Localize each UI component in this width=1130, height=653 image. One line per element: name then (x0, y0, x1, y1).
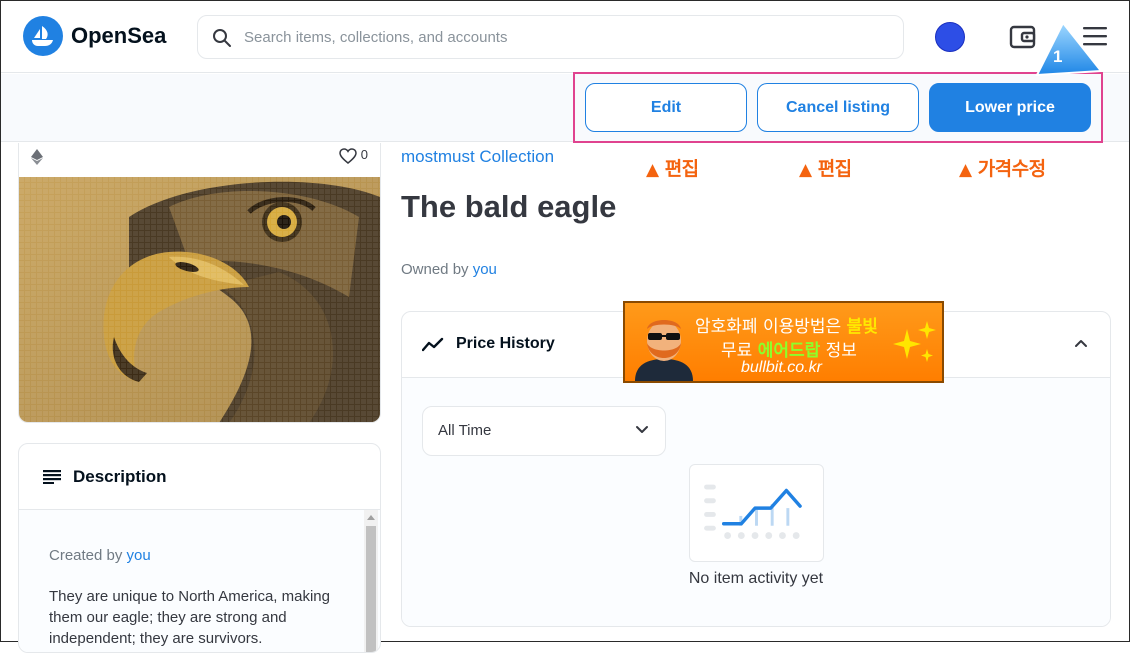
scrollbar-thumb[interactable] (366, 526, 376, 652)
ethereum-icon (31, 149, 43, 165)
price-history-title: Price History (456, 335, 555, 352)
search-bar[interactable] (197, 15, 904, 59)
edit-button[interactable]: Edit (585, 83, 747, 132)
step-number: 1 (1053, 47, 1063, 66)
search-icon (213, 29, 231, 47)
description-list-icon (43, 470, 61, 484)
empty-activity-text: No item activity yet (688, 570, 824, 587)
description-body: Created by you They are unique to North … (19, 510, 380, 652)
wallet-icon[interactable] (1009, 23, 1037, 51)
banner-line-2: 무료 에어드랍 정보 (721, 336, 857, 361)
description-scrollbar[interactable] (364, 510, 378, 652)
owner-link[interactable]: you (473, 261, 497, 278)
bullbit-ad-banner[interactable]: 암호화폐 이용방법은 불빛 무료 에어드랍 정보 bullbit.co.kr (623, 301, 944, 383)
lower-price-button[interactable]: Lower price (929, 83, 1091, 132)
chevron-down-icon (636, 426, 648, 433)
banner-text: 정보 (820, 341, 857, 361)
banner-url: bullbit.co.kr (741, 359, 822, 376)
profile-avatar[interactable] (935, 22, 965, 52)
created-by-label: Created by (49, 547, 127, 564)
hint-edit: ▲ 편집 (646, 158, 699, 180)
creator-link[interactable]: you (127, 547, 151, 564)
banner-highlight-text: 에어드랍 (757, 341, 821, 361)
heart-icon (339, 147, 357, 164)
banner-text: 무료 (721, 341, 758, 361)
bearded-man-avatar-icon (635, 320, 693, 381)
sparkle-icon (893, 321, 936, 362)
description-header[interactable]: Description (19, 444, 380, 510)
scroll-up-arrow-icon[interactable] (367, 515, 375, 520)
favorite-count: 0 (360, 147, 368, 162)
bald-eagle-image[interactable] (19, 177, 380, 423)
cancel-listing-button[interactable]: Cancel listing (757, 83, 919, 132)
opensea-logo-icon[interactable] (23, 16, 63, 56)
banner-line-1: 암호화폐 이용방법은 불빛 (695, 312, 878, 337)
item-image-card: 0 (18, 143, 381, 423)
banner-text: 암호화폐 이용방법은 (695, 317, 847, 337)
description-card: Description Created by you They are uniq… (18, 443, 381, 653)
description-title: Description (73, 467, 167, 486)
time-range-value: All Time (438, 422, 492, 439)
time-range-select[interactable]: All Time (422, 406, 666, 456)
chevron-up-icon[interactable] (1074, 338, 1088, 348)
collection-link[interactable]: mostmust Collection (401, 147, 554, 167)
banner-highlight-text: 불빛 (846, 317, 878, 337)
owned-by-label: Owned by (401, 261, 473, 278)
created-by: Created by you (49, 547, 151, 564)
description-text: They are unique to North America, making… (49, 588, 330, 647)
item-title: The bald eagle (401, 189, 617, 224)
brand-name[interactable]: OpenSea (71, 23, 166, 49)
price-history-body: All Time No item activity yet (402, 378, 1110, 626)
owned-by: Owned by you (401, 261, 497, 278)
step-arrow-icon (1035, 21, 1103, 77)
hint-cancel: ▲ 편집 (799, 158, 852, 180)
top-navbar: OpenSea (1, 1, 1129, 73)
empty-chart-illustration (689, 464, 824, 562)
search-input[interactable] (242, 26, 842, 48)
trend-line-icon (422, 337, 444, 352)
hint-lower-price: ▲ 가격수정 (959, 158, 1046, 180)
favorite-button[interactable]: 0 (339, 147, 368, 164)
